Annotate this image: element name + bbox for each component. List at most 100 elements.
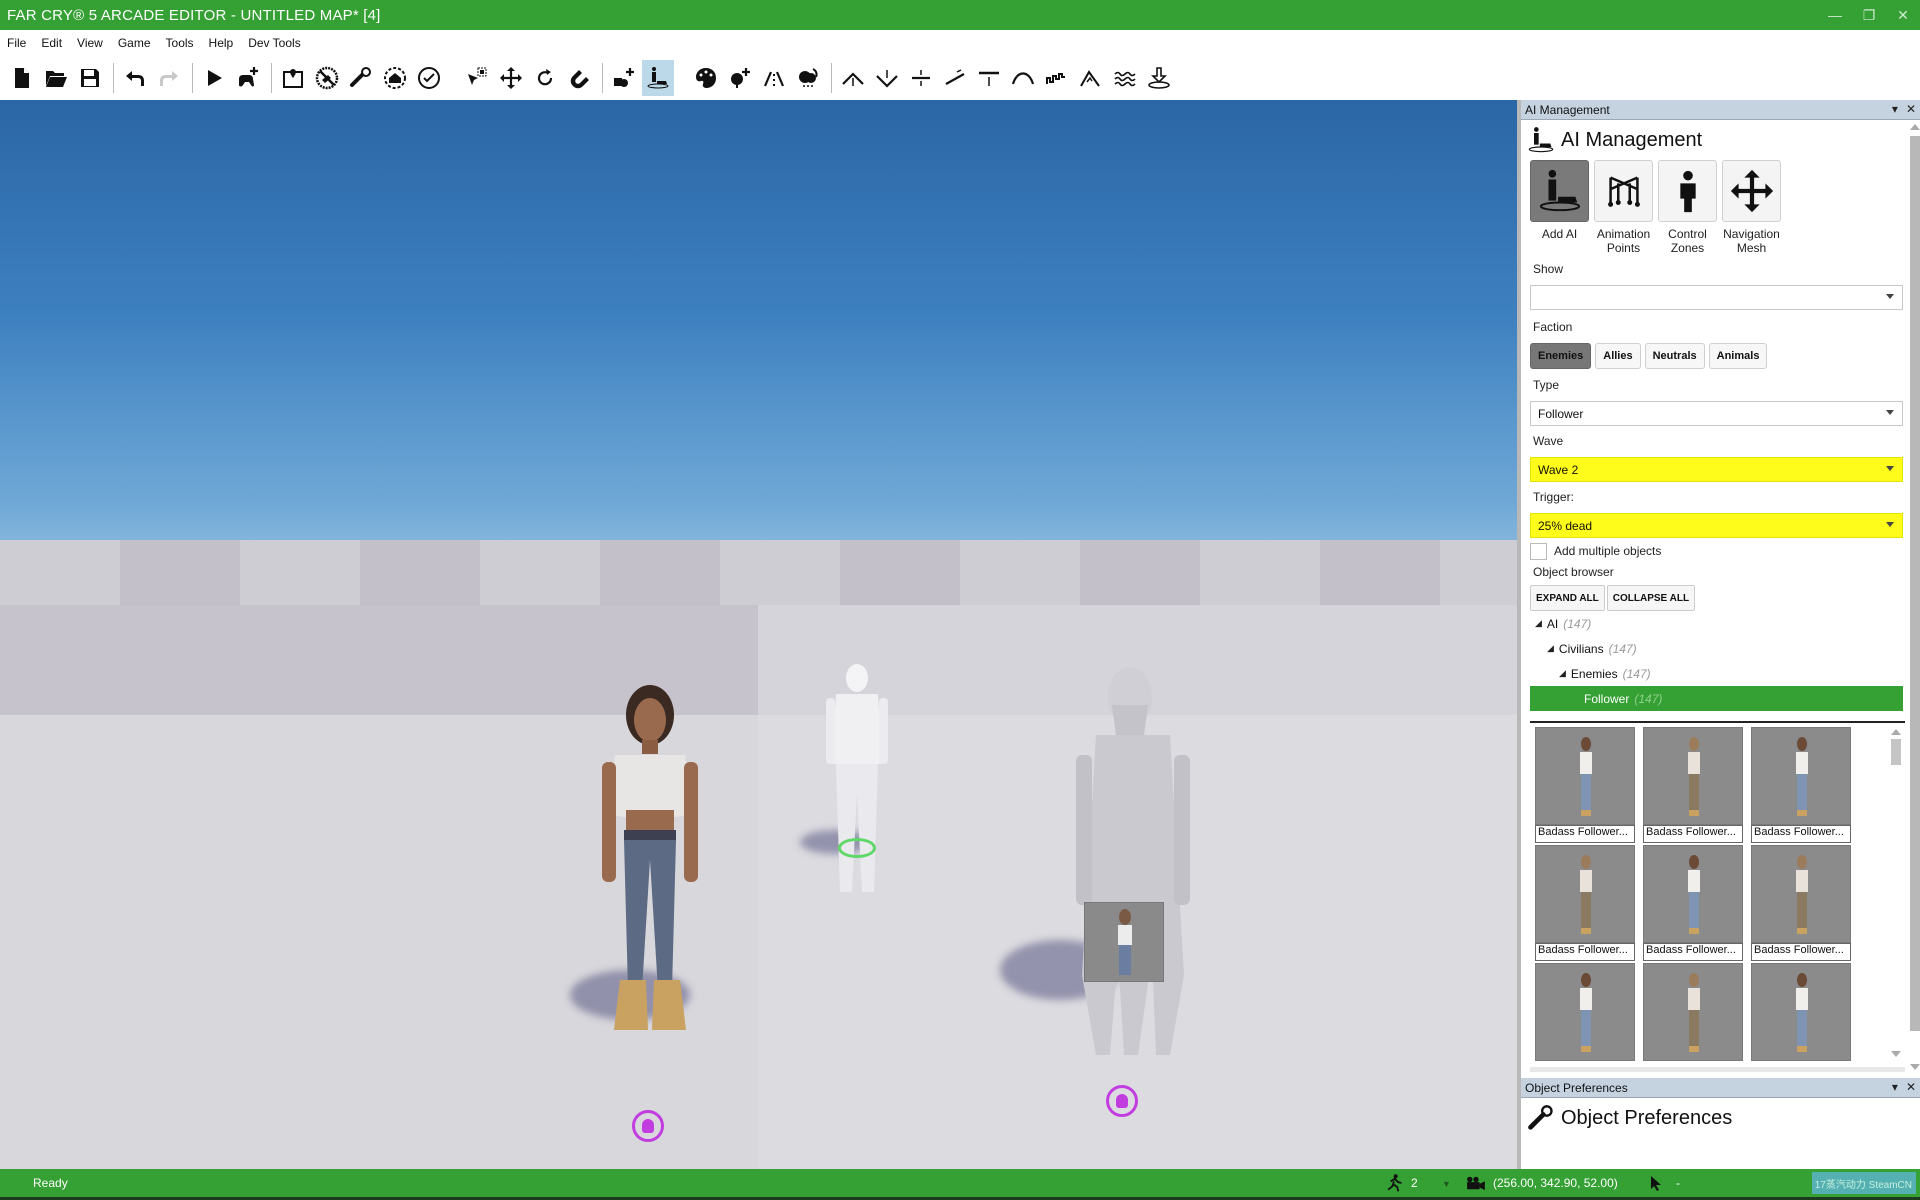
ai-marker-1[interactable] bbox=[632, 1110, 664, 1142]
terrain-slope-button[interactable] bbox=[939, 60, 971, 96]
object-thumbnail[interactable]: Badass Follower... bbox=[1751, 727, 1851, 843]
faction-animals-button[interactable]: Animals bbox=[1708, 343, 1768, 369]
validate-button[interactable] bbox=[413, 60, 445, 96]
tree-item-ai[interactable]: ◢ AI (147) bbox=[1521, 611, 1920, 636]
terrain-erode-button[interactable] bbox=[1075, 60, 1107, 96]
object-thumbnail[interactable] bbox=[1751, 963, 1851, 1061]
snap-button[interactable] bbox=[563, 60, 595, 96]
save-button[interactable] bbox=[74, 60, 106, 96]
menu-help[interactable]: Help bbox=[202, 36, 242, 50]
tree-item-enemies[interactable]: ◢ Enemies (147) bbox=[1521, 661, 1920, 686]
scroll-down-icon[interactable] bbox=[1910, 1064, 1920, 1070]
collapse-all-button[interactable]: COLLAPSE ALL bbox=[1606, 585, 1696, 611]
add-multiple-checkbox[interactable] bbox=[1530, 542, 1547, 560]
wave-dropdown[interactable]: Wave 2 bbox=[1530, 457, 1903, 482]
menu-view[interactable]: View bbox=[70, 36, 111, 50]
mode-add-ai[interactable]: Add AI bbox=[1530, 160, 1589, 255]
mode-navigation-mesh[interactable]: Navigation Mesh bbox=[1722, 160, 1781, 255]
panel-title-text: AI Management bbox=[1561, 128, 1703, 151]
ai-management-dock-header: AI Management ▾ ✕ bbox=[1521, 100, 1920, 120]
object-thumbnail[interactable]: Badass Follower... bbox=[1643, 727, 1743, 843]
minimize-button[interactable]: — bbox=[1818, 0, 1852, 30]
home-zone-button[interactable] bbox=[379, 60, 411, 96]
placeholder-model[interactable] bbox=[822, 660, 892, 960]
weather-button[interactable] bbox=[792, 60, 824, 96]
terrain-noise-button[interactable] bbox=[1041, 60, 1073, 96]
open-button[interactable] bbox=[40, 60, 72, 96]
map-pin-button[interactable] bbox=[277, 60, 309, 96]
play-button[interactable] bbox=[198, 60, 230, 96]
player-count[interactable]: 2 bbox=[1383, 1173, 1418, 1193]
menu-dev-tools[interactable]: Dev Tools bbox=[241, 36, 308, 50]
terrain-smooth-button[interactable] bbox=[1007, 60, 1039, 96]
object-tree: ◢ AI (147) ◢ Civilians (147) ◢ Enemies (147) F… bbox=[1521, 611, 1920, 711]
object-thumbnail[interactable]: Badass Follower... bbox=[1535, 845, 1635, 961]
floor-tile bbox=[0, 540, 1517, 605]
no-weapons-button[interactable] bbox=[311, 60, 343, 96]
object-thumbnail[interactable]: Badass Follower... bbox=[1751, 845, 1851, 961]
dock-menu-button[interactable]: ▾ bbox=[1892, 1080, 1898, 1094]
undo-button[interactable] bbox=[119, 60, 151, 96]
select-button[interactable] bbox=[461, 60, 493, 96]
object-thumbnail[interactable] bbox=[1643, 963, 1743, 1061]
thumbnail-scrollbar[interactable] bbox=[1890, 727, 1902, 1057]
ai-management-button[interactable] bbox=[642, 60, 674, 96]
object-thumbnail[interactable]: Badass Follower... bbox=[1643, 845, 1743, 961]
object-thumbnail[interactable] bbox=[1535, 963, 1635, 1061]
add-gamepad-button[interactable] bbox=[232, 60, 264, 96]
move-button[interactable] bbox=[495, 60, 527, 96]
thumbnail-image bbox=[1643, 727, 1743, 825]
expand-all-button[interactable]: EXPAND ALL bbox=[1530, 585, 1605, 611]
panel-scrollbar[interactable] bbox=[1909, 120, 1920, 1080]
horizontal-scrollbar[interactable] bbox=[1530, 1067, 1905, 1072]
scroll-thumb[interactable] bbox=[1910, 136, 1920, 1031]
add-object-button[interactable] bbox=[608, 60, 640, 96]
ai-marker-2[interactable] bbox=[1106, 1085, 1138, 1117]
dock-close-button[interactable]: ✕ bbox=[1906, 102, 1916, 116]
faction-allies-button[interactable]: Allies bbox=[1595, 343, 1641, 369]
tree-item-follower[interactable]: Follower (147) bbox=[1530, 686, 1903, 711]
water-button[interactable] bbox=[1109, 60, 1141, 96]
dock-close-button[interactable]: ✕ bbox=[1906, 1080, 1916, 1094]
type-dropdown[interactable]: Follower bbox=[1530, 401, 1903, 426]
terrain-raise-button[interactable] bbox=[837, 60, 869, 96]
menu-tools[interactable]: Tools bbox=[159, 36, 202, 50]
rotate-button[interactable] bbox=[529, 60, 561, 96]
select-cursor-icon bbox=[468, 67, 487, 85]
menu-edit[interactable]: Edit bbox=[34, 36, 70, 50]
female-follower-model[interactable] bbox=[590, 680, 710, 1150]
new-file-button[interactable] bbox=[6, 60, 38, 96]
3d-viewport[interactable] bbox=[0, 100, 1517, 1169]
close-button[interactable]: ✕ bbox=[1886, 0, 1920, 30]
thumbnail-image bbox=[1643, 963, 1743, 1061]
scroll-down-icon[interactable] bbox=[1891, 1051, 1901, 1057]
terrain-lower-button[interactable] bbox=[871, 60, 903, 96]
road-button[interactable] bbox=[758, 60, 790, 96]
restore-button[interactable]: ❐ bbox=[1852, 0, 1886, 30]
show-dropdown[interactable] bbox=[1530, 285, 1903, 310]
menu-game[interactable]: Game bbox=[111, 36, 159, 50]
terrain-level-button[interactable] bbox=[973, 60, 1005, 96]
mode-control-zones[interactable]: Control Zones bbox=[1658, 160, 1717, 255]
trigger-dropdown[interactable]: 25% dead bbox=[1530, 513, 1903, 538]
redo-button[interactable] bbox=[153, 60, 185, 96]
mode-animation-points[interactable]: Animation Points bbox=[1594, 160, 1653, 255]
paint-button[interactable] bbox=[690, 60, 722, 96]
terrain-smooth-icon bbox=[1011, 72, 1035, 85]
menu-file[interactable]: File bbox=[0, 36, 34, 50]
wrench-button[interactable] bbox=[345, 60, 377, 96]
terrain-flatten-button[interactable] bbox=[905, 60, 937, 96]
chevron-down-icon[interactable]: ▼ bbox=[1442, 1179, 1451, 1189]
bearded-follower-model[interactable] bbox=[1068, 665, 1198, 1115]
dock-menu-button[interactable]: ▾ bbox=[1892, 102, 1898, 116]
tree-item-civilians[interactable]: ◢ Civilians (147) bbox=[1521, 636, 1920, 661]
scroll-up-icon[interactable] bbox=[1910, 124, 1920, 130]
scroll-thumb[interactable] bbox=[1891, 739, 1901, 765]
add-tree-button[interactable] bbox=[724, 60, 756, 96]
faction-neutrals-button[interactable]: Neutrals bbox=[1644, 343, 1705, 369]
faction-enemies-button[interactable]: Enemies bbox=[1530, 343, 1592, 369]
object-thumbnail[interactable]: Badass Follower... bbox=[1535, 727, 1635, 843]
player-spawn-marker[interactable] bbox=[838, 838, 876, 858]
scroll-up-icon[interactable] bbox=[1891, 729, 1901, 735]
terrain-stamp-button[interactable] bbox=[1143, 60, 1175, 96]
